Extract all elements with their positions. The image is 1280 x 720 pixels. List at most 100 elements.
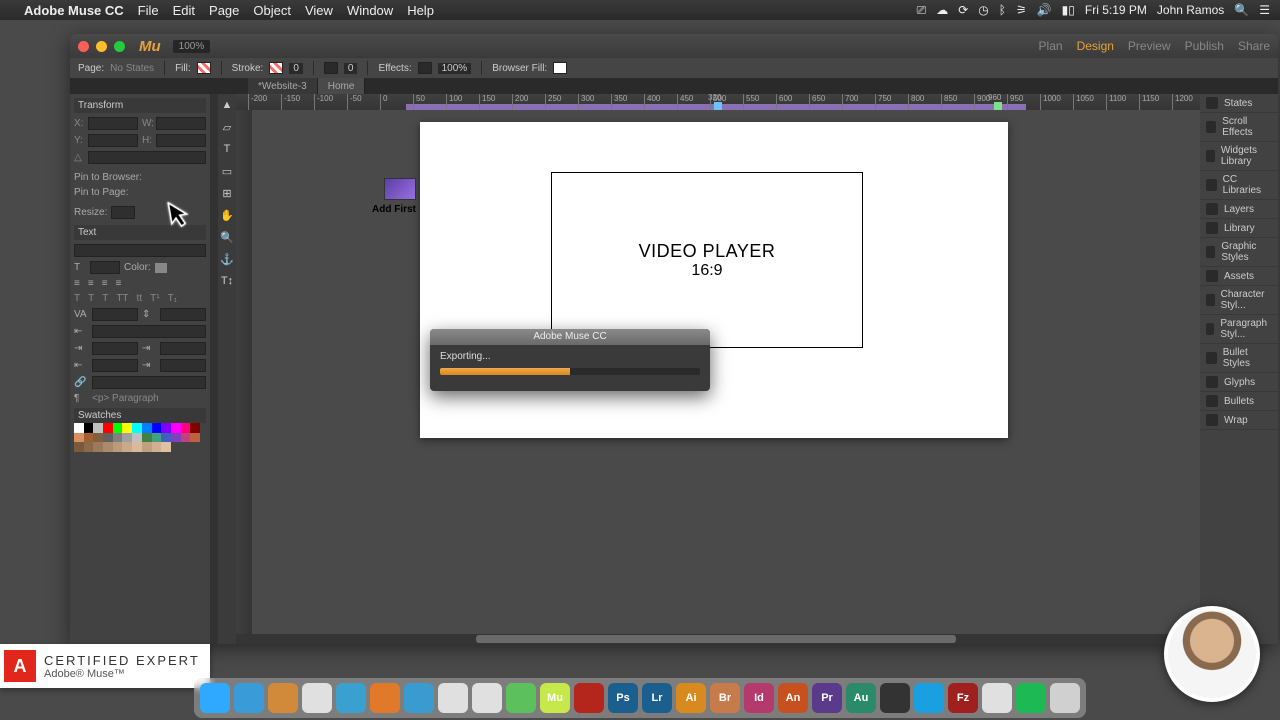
- swatch[interactable]: [142, 433, 152, 443]
- time-icon[interactable]: ◷: [978, 3, 988, 17]
- menu-view[interactable]: View: [305, 3, 333, 18]
- dock-keynote[interactable]: [268, 683, 298, 713]
- swatch[interactable]: [161, 442, 171, 452]
- panel-states[interactable]: States: [1200, 94, 1278, 113]
- swatch[interactable]: [74, 423, 84, 433]
- fill-swatch[interactable]: [197, 62, 211, 74]
- sync-icon[interactable]: ⟳: [958, 3, 968, 17]
- panel-wrap[interactable]: Wrap: [1200, 411, 1278, 430]
- panel-library[interactable]: Library: [1200, 219, 1278, 238]
- swatch[interactable]: [84, 423, 94, 433]
- paragraph-tag[interactable]: <p> Paragraph: [92, 393, 159, 404]
- swatch[interactable]: [84, 442, 94, 452]
- zoom-button[interactable]: [114, 41, 125, 52]
- tab-website[interactable]: *Website-3: [248, 78, 318, 94]
- hand-tool[interactable]: ✋: [220, 208, 234, 222]
- battery-icon[interactable]: ▮▯: [1062, 3, 1075, 17]
- dock-id[interactable]: Id: [744, 683, 774, 713]
- swatch[interactable]: [113, 442, 123, 452]
- swatch[interactable]: [152, 442, 162, 452]
- tab-home[interactable]: Home: [318, 78, 366, 94]
- panel-character-styl-[interactable]: Character Styl...: [1200, 286, 1278, 315]
- dock-safari[interactable]: [234, 683, 264, 713]
- dock-skype[interactable]: [914, 683, 944, 713]
- swatch[interactable]: [142, 423, 152, 433]
- panel-glyphs[interactable]: Glyphs: [1200, 373, 1278, 392]
- swatch[interactable]: [93, 423, 103, 433]
- swatch[interactable]: [103, 433, 113, 443]
- dock-br[interactable]: Br: [710, 683, 740, 713]
- align-justify-icon[interactable]: ≡: [116, 278, 122, 289]
- horizontal-scrollbar[interactable]: [236, 634, 1200, 644]
- angle-field[interactable]: [88, 151, 206, 164]
- swatch[interactable]: [84, 433, 94, 443]
- menubar-time[interactable]: Fri 5:19 PM: [1085, 3, 1147, 17]
- link-field[interactable]: [92, 376, 206, 389]
- mode-plan[interactable]: Plan: [1039, 39, 1063, 53]
- selection-tool[interactable]: ▲: [220, 98, 234, 112]
- align-center-icon[interactable]: ≡: [88, 278, 94, 289]
- crop-tool[interactable]: ▱: [220, 120, 234, 134]
- video-player-placeholder[interactable]: VIDEO PLAYER 16:9: [551, 172, 863, 348]
- minimize-button[interactable]: [96, 41, 107, 52]
- stroke-swatch[interactable]: [269, 62, 283, 74]
- swatch[interactable]: [190, 433, 200, 443]
- panel-cc-libraries[interactable]: CC Libraries: [1200, 171, 1278, 200]
- swatch[interactable]: [161, 423, 171, 433]
- panel-widgets-library[interactable]: Widgets Library: [1200, 142, 1278, 171]
- dock-edge[interactable]: [336, 683, 366, 713]
- menu-edit[interactable]: Edit: [173, 3, 195, 18]
- canvas[interactable]: Add First VIDEO PLAYER 16:9: [236, 110, 1200, 644]
- dock-finder[interactable]: [200, 683, 230, 713]
- swatch[interactable]: [122, 423, 132, 433]
- page-state[interactable]: No States: [110, 63, 154, 74]
- menu-help[interactable]: Help: [407, 3, 434, 18]
- zoom-tool[interactable]: 🔍: [220, 230, 234, 244]
- menu-page[interactable]: Page: [209, 3, 239, 18]
- menu-file[interactable]: File: [138, 3, 159, 18]
- text-color[interactable]: [155, 263, 167, 273]
- panel-bullet-styles[interactable]: Bullet Styles: [1200, 344, 1278, 373]
- swatch[interactable]: [103, 423, 113, 433]
- swatch[interactable]: [122, 433, 132, 443]
- panel-scroll-effects[interactable]: Scroll Effects: [1200, 113, 1278, 142]
- swatch[interactable]: [161, 433, 171, 443]
- swatch[interactable]: [122, 442, 132, 452]
- browserfill-swatch[interactable]: [553, 62, 567, 74]
- corner-icon[interactable]: [324, 62, 338, 74]
- swatch[interactable]: [132, 433, 142, 443]
- mode-share[interactable]: Share: [1238, 39, 1270, 53]
- swatch[interactable]: [103, 442, 113, 452]
- stroke-weight[interactable]: 0: [289, 63, 303, 74]
- dock-opera[interactable]: [404, 683, 434, 713]
- panel-layers[interactable]: Layers: [1200, 200, 1278, 219]
- dock-chrome[interactable]: [302, 683, 332, 713]
- corner-radius[interactable]: 0: [344, 63, 358, 74]
- font-field[interactable]: [74, 244, 206, 257]
- dock-cal[interactable]: [982, 683, 1012, 713]
- x-field[interactable]: [88, 117, 138, 130]
- dock-fz[interactable]: Fz: [948, 683, 978, 713]
- mode-design[interactable]: Design: [1077, 39, 1114, 53]
- dock-lr[interactable]: Lr: [642, 683, 672, 713]
- swatch[interactable]: [152, 423, 162, 433]
- dock-firefox[interactable]: [370, 683, 400, 713]
- dock-term[interactable]: [880, 683, 910, 713]
- swatch[interactable]: [181, 433, 191, 443]
- resize-field[interactable]: [111, 206, 135, 219]
- dock-acrobat[interactable]: [574, 683, 604, 713]
- cloud-icon[interactable]: ☁: [936, 3, 948, 17]
- text-tool[interactable]: T: [220, 142, 234, 156]
- volume-icon[interactable]: 🔊: [1037, 3, 1052, 17]
- h-field[interactable]: [156, 134, 206, 147]
- swatch[interactable]: [171, 423, 181, 433]
- menubar-user[interactable]: John Ramos: [1157, 3, 1224, 17]
- swatch[interactable]: [113, 433, 123, 443]
- dock-slack[interactable]: [506, 683, 536, 713]
- dock-textedit[interactable]: [472, 683, 502, 713]
- swatch[interactable]: [190, 423, 200, 433]
- mode-preview[interactable]: Preview: [1128, 39, 1171, 53]
- swatch[interactable]: [132, 423, 142, 433]
- dock-ps[interactable]: Ps: [608, 683, 638, 713]
- dock-an[interactable]: An: [778, 683, 808, 713]
